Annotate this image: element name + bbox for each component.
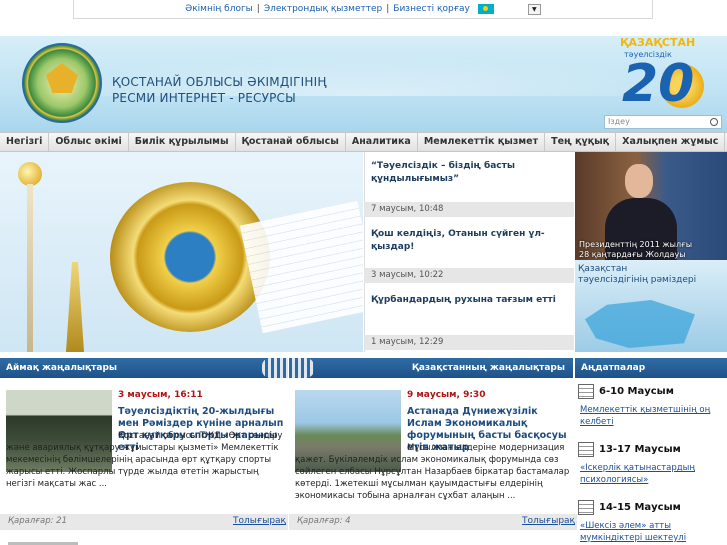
calendar-icon <box>578 500 594 515</box>
nav-item-akim[interactable]: Облыс әкімі <box>49 133 129 151</box>
news-body: Қостанай облысы ТЖД «Өрт сөндіру және ав… <box>6 431 283 489</box>
news-footer: Қаралғар: 21 Толығырақ <box>0 514 288 530</box>
e-services-link[interactable]: Электрондық қызметтер <box>264 4 382 14</box>
search-icon[interactable] <box>710 118 718 126</box>
calendar-date: 6-10 Маусым <box>599 386 674 397</box>
tower-stem <box>27 184 33 352</box>
search-placeholder: Іздеу <box>608 117 630 126</box>
headline-date: 1 маусым, 12:29 <box>364 335 574 350</box>
calendar-entry[interactable]: 13-17 Маусым <box>578 442 681 457</box>
calendar-entry[interactable]: 6-10 Маусым <box>578 384 674 399</box>
nav-item-public-service[interactable]: Мемлекеттік қызмет <box>418 133 546 151</box>
calendar-text[interactable]: Мемлекеттік қызметшінің оң келбеті <box>580 404 725 428</box>
calendar-date: 14-15 Маусым <box>599 502 681 513</box>
region-emblem-logo[interactable] <box>22 43 102 123</box>
views-count: Қаралғар: 21 <box>8 516 67 526</box>
ornament-icon <box>262 358 314 378</box>
headline-title[interactable]: “Тәуелсіздік – біздің басты құндылығымыз… <box>371 160 571 186</box>
symbols-line2: тәуелсіздігінің рәміздері <box>578 275 697 285</box>
nav-item-region[interactable]: Қостанай облысы <box>236 133 346 151</box>
calendar-icon <box>578 384 594 399</box>
separator: | <box>386 4 390 14</box>
president-caption: Президенттің 2011 жылғы 28 қаңтардағы Жо… <box>579 240 692 260</box>
language-dropdown[interactable]: ▼ <box>527 3 541 15</box>
separator: | <box>256 4 260 14</box>
calendar-panel: 6-10 Маусым Мемлекеттік қызметшінің оң к… <box>578 378 727 545</box>
nav-item-analytics[interactable]: Аналитика <box>346 133 418 151</box>
statue-image <box>66 262 84 352</box>
business-protection-link[interactable]: Бизнесті қорғау <box>393 4 470 14</box>
right-banners: Президенттің 2011 жылғы 28 қаңтардағы Жо… <box>575 152 727 352</box>
headline-title[interactable]: Қош келдіңіз, Отанын сүйген ұл-қыздар! <box>371 228 571 254</box>
kazakhstan-map-icon <box>585 300 695 348</box>
kazakhstan-news-item: 9 маусым, 9:30 Астанада Дүниежүзілік Исл… <box>289 378 577 545</box>
calendar-date: 13-17 Маусым <box>599 444 681 455</box>
news-body: Мұсылман елдеріне модернизация қажет. Бү… <box>295 443 570 501</box>
headline-list: “Тәуелсіздік – біздің басты құндылығымыз… <box>364 152 574 352</box>
kazakhstan-news-header[interactable]: Қазақстанның жаңалықтары <box>289 358 573 378</box>
calendar-text[interactable]: «Шексіз әлем» атты мүмкіндіктері шектеул… <box>580 520 725 545</box>
news-footer: Қаралғар: 4 Толығырақ <box>289 514 577 530</box>
blog-link[interactable]: Әкімнің блогы <box>185 4 253 14</box>
hero-banner-image[interactable] <box>0 152 363 352</box>
regional-news-header[interactable]: Аймақ жаңалықтары <box>0 358 288 378</box>
president-caption-line2: 28 қаңтардағы Жолдауы <box>579 250 686 259</box>
site-title-line1: ҚОСТАНАЙ ОБЛЫСЫ ӘКІМДІГІНІҢ <box>112 75 327 89</box>
top-bar: Әкімнің блогы | Электрондық қызметтер | … <box>0 0 727 20</box>
symbols-line1: Қазақстан <box>578 264 628 274</box>
headline-item[interactable]: “Тәуелсіздік – біздің басты құндылығымыз… <box>371 160 571 186</box>
calendar-entry[interactable]: 14-15 Маусым <box>578 500 681 515</box>
search-input[interactable]: Іздеу <box>604 115 722 129</box>
logo-country: ҚАЗАҚСТАН <box>620 36 696 49</box>
emblem-bird-icon <box>46 63 78 93</box>
nav-item-home[interactable]: Негізгі <box>0 133 50 151</box>
nav-item-people[interactable]: Халықпен жұмыс <box>616 133 726 151</box>
regional-news-item: 3 маусым, 16:11 Тәуелсіздіктің 20-жылдығ… <box>0 378 288 545</box>
state-symbols-banner[interactable]: Қазақстан тәуелсіздігінің рәміздері <box>575 260 727 352</box>
kz-flag-icon[interactable] <box>477 4 494 14</box>
nav-item-structure[interactable]: Билік құрылымы <box>129 133 236 151</box>
headline-date: 7 маусым, 10:48 <box>364 202 574 217</box>
symbols-caption: Қазақстан тәуелсіздігінің рәміздері <box>578 264 696 286</box>
calendar-header[interactable]: Аңдатпалар <box>575 358 727 378</box>
views-count: Қаралғар: 4 <box>297 516 351 526</box>
headline-item[interactable]: Қош келдіңіз, Отанын сүйген ұл-қыздар! <box>371 228 571 254</box>
site-title-line2: РЕСМИ ИНТЕРНЕТ - РЕСУРСЫ <box>112 91 296 105</box>
calendar-text[interactable]: «Іскерлік қатынастардың психологиясы» <box>580 462 725 486</box>
president-photo-head <box>625 164 653 198</box>
independence-20-logo[interactable]: ҚАЗАҚСТАН тәуелсіздік 20 <box>612 36 722 116</box>
top-links: Әкімнің блогы | Электрондық қызметтер | … <box>73 0 653 19</box>
news-date: 3 маусым, 16:11 <box>118 390 203 400</box>
logo-number: 20 <box>622 54 695 114</box>
anthem-sheet-image <box>239 200 363 334</box>
headline-date: 3 маусым, 10:22 <box>364 268 574 283</box>
nav-item-equality[interactable]: Тең құқық <box>545 133 617 151</box>
calendar-icon <box>578 442 594 457</box>
news-date: 9 маусым, 9:30 <box>407 390 486 400</box>
read-more-link[interactable]: Толығырақ <box>233 516 286 526</box>
read-more-link[interactable]: Толығырақ <box>522 516 575 526</box>
headline-item[interactable]: Құрбандардың рухына тағзым етті <box>371 294 571 307</box>
tower-ball <box>18 162 42 186</box>
president-caption-line1: Президенттің 2011 жылғы <box>579 240 693 249</box>
site-title[interactable]: ҚОСТАНАЙ ОБЛЫСЫ ӘКІМДІГІНІҢ РЕСМИ ИНТЕРН… <box>112 74 327 106</box>
president-address-banner[interactable]: Президенттің 2011 жылғы 28 қаңтардағы Жо… <box>575 152 727 260</box>
main-nav: Негізгі Облыс әкімі Билік құрылымы Қоста… <box>0 132 727 152</box>
baiterek-tower-image <box>10 162 50 352</box>
headline-title[interactable]: Құрбандардың рухына тағзым етті <box>371 294 571 307</box>
